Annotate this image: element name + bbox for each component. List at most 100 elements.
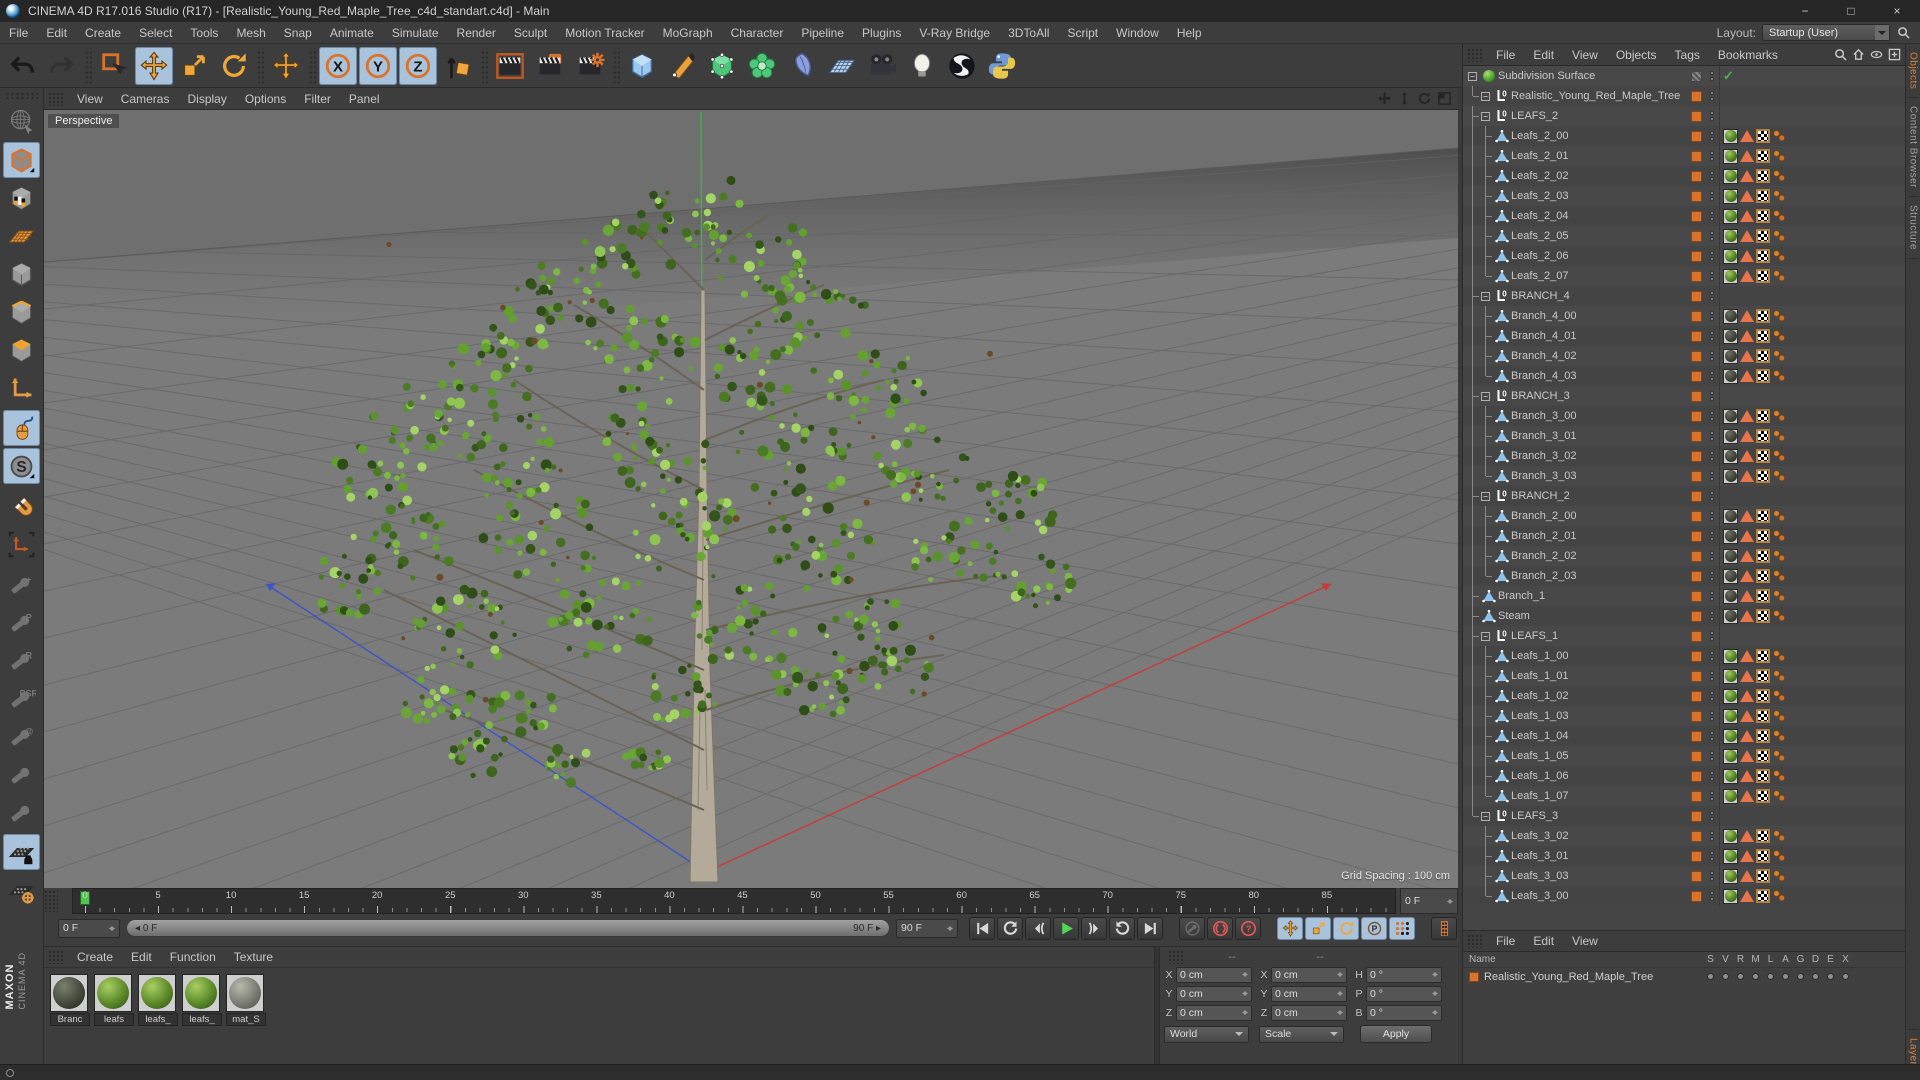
rotation-input[interactable]: 0 ° (1366, 966, 1442, 983)
menu-window[interactable]: Window (1107, 24, 1168, 42)
visibility-dots[interactable] (1704, 891, 1719, 901)
texture-tag-icon[interactable] (1723, 768, 1738, 784)
phong-tag-icon[interactable] (1740, 770, 1754, 782)
expander-icon[interactable]: − (1481, 391, 1490, 401)
key-scale-button[interactable] (1305, 916, 1331, 940)
coord-system-button[interactable] (439, 47, 477, 85)
object-row[interactable]: Branch_2_02 (1463, 546, 1905, 566)
uvw-tag-icon[interactable] (1756, 769, 1770, 783)
stepper-icon[interactable] (1432, 969, 1438, 980)
move-button[interactable] (135, 46, 173, 85)
stepper-icon[interactable] (1432, 988, 1438, 999)
layer-color-swatch[interactable] (1690, 370, 1702, 382)
start-frame-box[interactable]: 0 F (58, 918, 120, 938)
panel-grip[interactable] (1467, 47, 1483, 62)
object-row[interactable]: Leafs_1_07 (1463, 786, 1905, 806)
close-button[interactable]: × (1874, 0, 1920, 22)
globe-nav-button[interactable] (3, 102, 40, 138)
menu-mograph[interactable]: MoGraph (654, 24, 722, 42)
viewport-canvas[interactable]: Perspective Grid Spacing : 100 cm (44, 110, 1458, 888)
side-tab-content-browser[interactable]: Content Browser (1907, 98, 1919, 198)
expander-icon[interactable]: − (1481, 91, 1490, 101)
texture-tag-icon[interactable] (1723, 708, 1738, 724)
uvw-tag-icon[interactable] (1756, 649, 1770, 663)
stepper-icon[interactable] (109, 923, 115, 934)
add-deformer-button[interactable] (743, 47, 781, 85)
stepper-icon[interactable] (1242, 1007, 1248, 1018)
workplane-lock-button[interactable] (3, 834, 40, 870)
current-frame-box[interactable]: 0 F (1400, 888, 1458, 914)
size-input[interactable]: 0 cm (1271, 985, 1347, 1002)
object-row[interactable]: Leafs_3_03 (1463, 866, 1905, 886)
phong-tag-icon[interactable] (1740, 530, 1754, 542)
phong-tag-icon[interactable] (1740, 330, 1754, 342)
object-row[interactable]: − 0 LEAFS_3 (1463, 806, 1905, 826)
visibility-dots[interactable] (1704, 351, 1719, 361)
menu-file[interactable]: File (0, 24, 37, 42)
layer-color-swatch[interactable] (1690, 250, 1702, 262)
size-input[interactable]: 0 cm (1271, 1004, 1347, 1021)
compositing-tag-icon[interactable] (1772, 830, 1787, 842)
next-key-button[interactable] (1109, 916, 1135, 940)
phong-tag-icon[interactable] (1740, 210, 1754, 222)
visibility-dots[interactable] (1704, 91, 1719, 101)
add-camera-button[interactable] (863, 47, 901, 85)
menu-tools[interactable]: Tools (181, 24, 227, 42)
phong-tag-icon[interactable] (1740, 790, 1754, 802)
visibility-dots[interactable] (1704, 671, 1719, 681)
texture-tag-icon[interactable] (1723, 788, 1738, 804)
uvw-tag-icon[interactable] (1756, 729, 1770, 743)
phong-tag-icon[interactable] (1740, 170, 1754, 182)
compositing-tag-icon[interactable] (1772, 370, 1787, 382)
compositing-tag-icon[interactable] (1772, 510, 1787, 522)
sketch-shader-button[interactable] (943, 47, 981, 85)
record-key-button[interactable] (1179, 916, 1205, 940)
uvw-tag-icon[interactable] (1756, 509, 1770, 523)
model-mode-button[interactable] (3, 180, 40, 216)
size-column-header[interactable]: -- (1276, 951, 1364, 963)
layer-color-swatch[interactable] (1690, 270, 1702, 282)
uvw-tag-icon[interactable] (1756, 429, 1770, 443)
visibility-dots[interactable] (1704, 691, 1719, 701)
end-frame-box[interactable]: 90 F (896, 918, 958, 938)
phong-tag-icon[interactable] (1740, 350, 1754, 362)
phong-tag-icon[interactable] (1740, 430, 1754, 442)
phong-tag-icon[interactable] (1740, 690, 1754, 702)
layer-toggle-r[interactable] (1733, 973, 1748, 980)
visibility-dots[interactable] (1704, 291, 1719, 301)
scale-button[interactable] (175, 47, 213, 85)
visibility-dots[interactable] (1704, 71, 1719, 81)
layer-color-swatch[interactable] (1690, 550, 1702, 562)
layer-color-swatch[interactable] (1690, 790, 1702, 802)
texture-tag-icon[interactable] (1723, 528, 1738, 544)
visibility-dots[interactable] (1704, 411, 1719, 421)
viewport-menu-view[interactable]: View (68, 90, 112, 108)
menu-render[interactable]: Render (448, 24, 505, 42)
uvw-tag-icon[interactable] (1756, 329, 1770, 343)
layers-menu-file[interactable]: File (1487, 932, 1524, 950)
object-row[interactable]: Leafs_1_03 (1463, 706, 1905, 726)
visibility-dots[interactable] (1704, 791, 1719, 801)
key-psr-button[interactable]: PSR (3, 680, 40, 716)
compositing-tag-icon[interactable] (1772, 190, 1787, 202)
compositing-tag-icon[interactable] (1772, 130, 1787, 142)
add-floor-button[interactable] (823, 47, 861, 85)
visibility-dots[interactable] (1704, 811, 1719, 821)
lock-y-button[interactable]: Y (359, 46, 397, 85)
panel-grip[interactable] (1467, 934, 1483, 948)
panel-grip[interactable] (48, 950, 64, 964)
object-row[interactable]: − 0 BRANCH_3 (1463, 386, 1905, 406)
position-column-header[interactable]: -- (1188, 951, 1276, 963)
menu-plugins[interactable]: Plugins (853, 24, 910, 42)
layer-color-swatch[interactable] (1690, 310, 1702, 322)
visibility-dots[interactable] (1704, 831, 1719, 841)
panel-grip[interactable] (48, 91, 64, 106)
preview-range-slider[interactable]: ◂ 0 F 90 F ▸ (126, 919, 890, 937)
compositing-tag-icon[interactable] (1772, 770, 1787, 782)
uvw-tag-icon[interactable] (1756, 249, 1770, 263)
layout-dropdown[interactable]: Startup (User) (1762, 24, 1890, 41)
render-settings-button[interactable] (571, 47, 609, 85)
menu-sculpt[interactable]: Sculpt (505, 24, 556, 42)
add-scene-object-button[interactable] (783, 47, 821, 85)
workplane-axis-button[interactable] (3, 526, 40, 562)
